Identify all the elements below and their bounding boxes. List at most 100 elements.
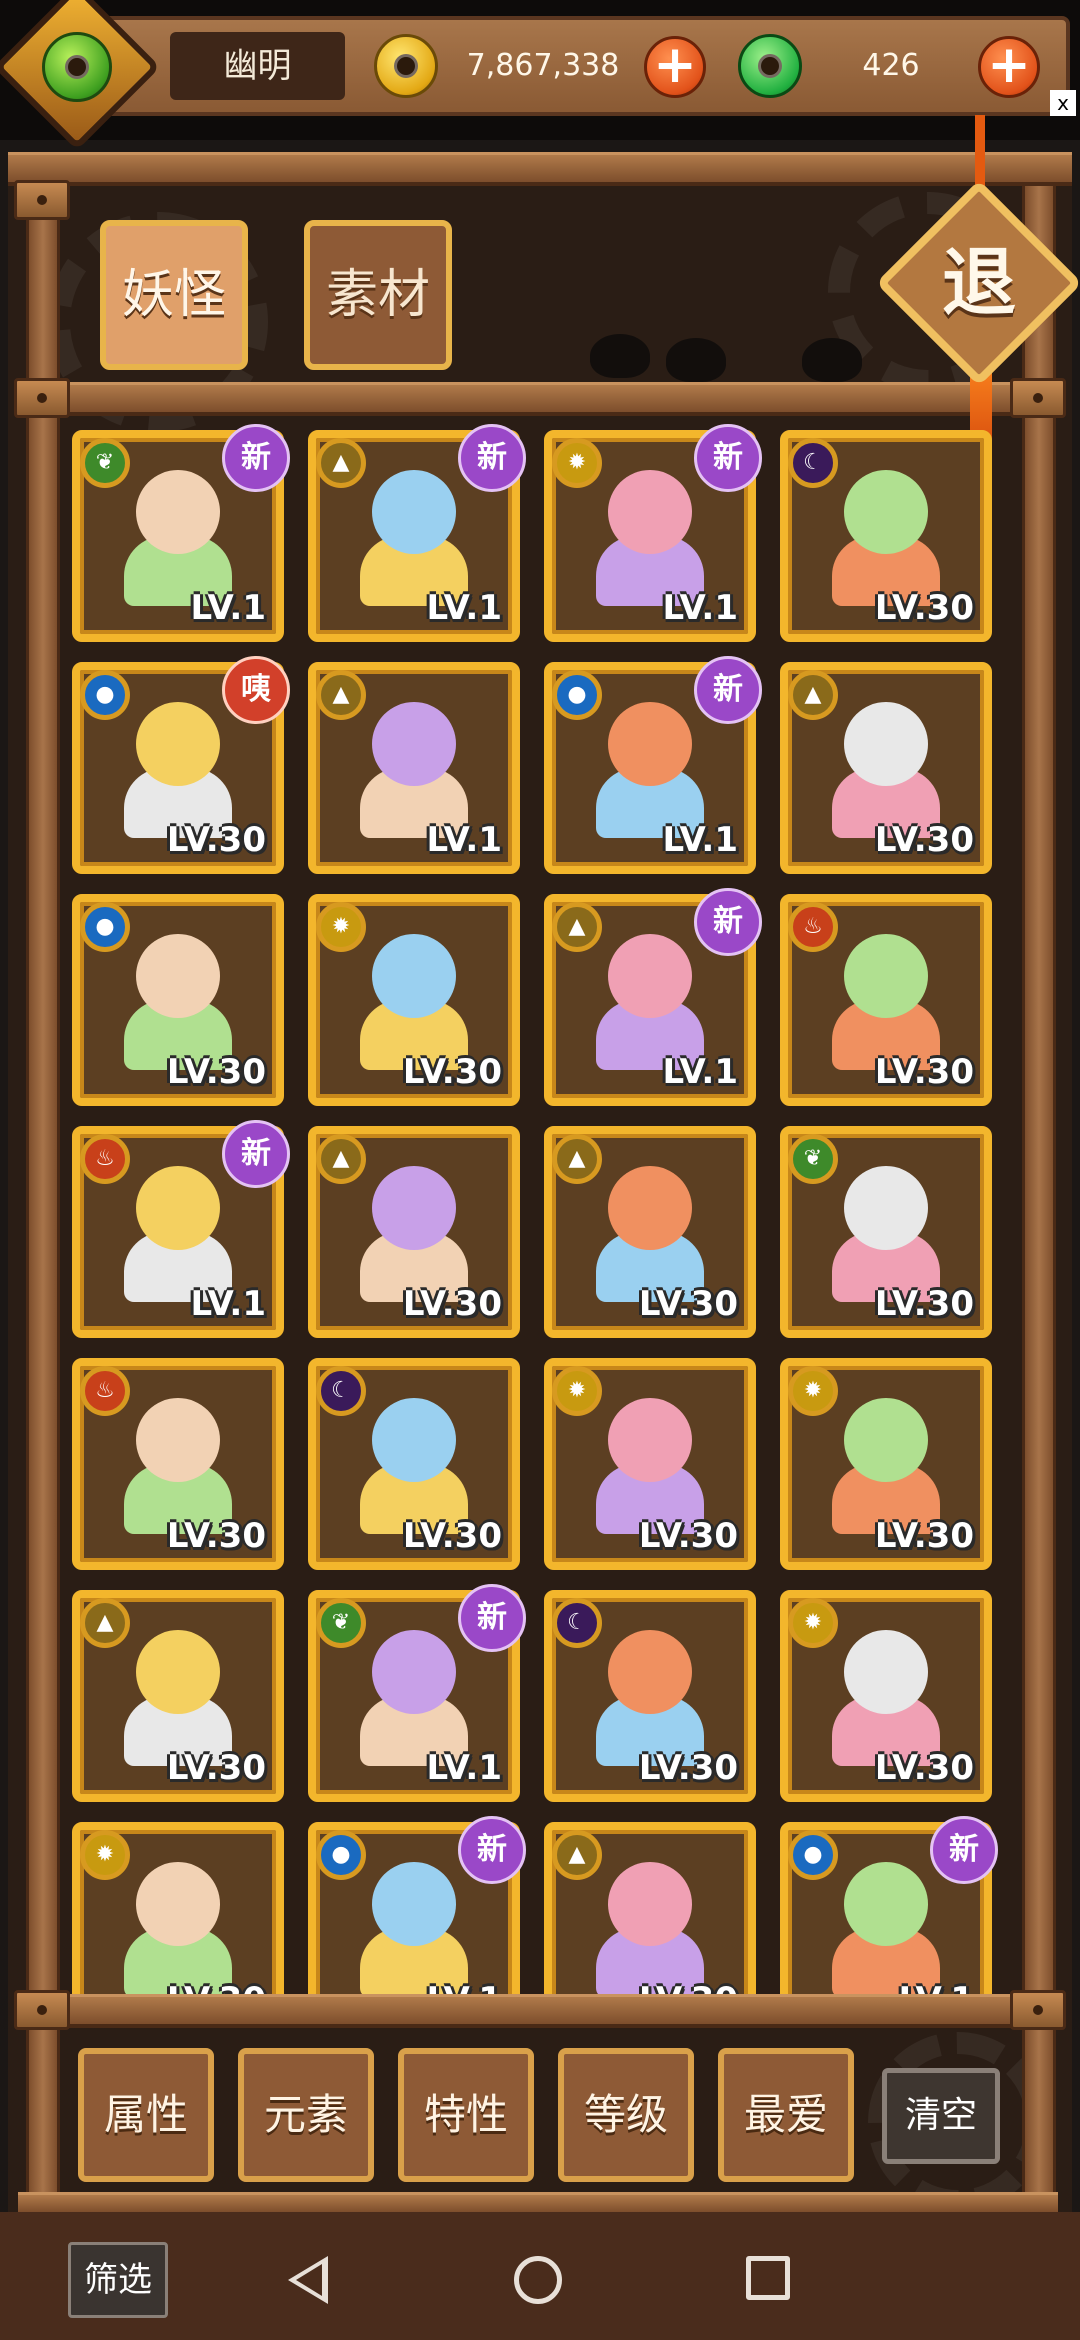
level-label: LV.30	[639, 1980, 738, 1994]
monster-card[interactable]: ☾ LV.30	[308, 1358, 520, 1570]
leaf-icon: ❦	[788, 1134, 838, 1184]
add-coins-button[interactable]: +	[644, 36, 706, 98]
right-post	[1022, 152, 1056, 2212]
monkey-king-portrait	[106, 1850, 250, 1994]
monster-card[interactable]: ▲ LV.30	[72, 1590, 284, 1802]
add-gems-button[interactable]: +	[978, 36, 1040, 98]
tab-monsters[interactable]: 妖怪	[100, 220, 248, 370]
level-label: LV.30	[402, 1284, 502, 1324]
sunflower-girl-portrait	[342, 922, 486, 1072]
level-label: LV.1	[662, 588, 739, 628]
level-label: LV.1	[662, 820, 739, 860]
screen-filter-button[interactable]: 筛选	[68, 2242, 168, 2318]
snow-hat-figure-portrait	[814, 1850, 958, 1994]
monster-card[interactable]: ▲ LV.1	[308, 662, 520, 874]
clear-filter-button[interactable]: 清空	[882, 2068, 1000, 2164]
portrait-head	[372, 1166, 456, 1250]
filter-element-button[interactable]: 元素	[238, 2048, 374, 2182]
portrait-head	[608, 1630, 692, 1714]
exit-button[interactable]: 退	[906, 210, 1052, 356]
monster-card[interactable]: ☾ LV.30	[780, 430, 992, 642]
level-label: LV.1	[190, 588, 267, 628]
monster-card[interactable]: ▲ LV.30	[544, 1126, 756, 1338]
monster-card[interactable]: ✹ LV.30	[780, 1590, 992, 1802]
flame-icon: ♨	[80, 1366, 130, 1416]
home-icon[interactable]	[514, 2256, 562, 2304]
filter-trait-button[interactable]: 特性	[398, 2048, 534, 2182]
new-badge: 新	[458, 1584, 526, 1652]
green-jade-coin-icon	[42, 32, 112, 102]
monster-card[interactable]: ▲ LV.30	[308, 1126, 520, 1338]
monster-card[interactable]: ✹ LV.30	[308, 894, 520, 1106]
portrait-head	[608, 1398, 692, 1482]
mountain-icon: ▲	[552, 1830, 602, 1880]
rivet	[14, 180, 70, 220]
leaf-icon: ❦	[316, 1598, 366, 1648]
pig-rider-girl-portrait	[106, 1386, 250, 1536]
new-badge: 新	[458, 1816, 526, 1884]
green-aries-star-portrait	[342, 1618, 486, 1768]
level-label: LV.30	[638, 1516, 738, 1556]
recent-apps-icon[interactable]	[746, 2256, 790, 2300]
teal-lion-beast-portrait	[814, 1154, 958, 1304]
portrait-head	[136, 702, 220, 786]
level-label: LV.30	[874, 820, 974, 860]
level-label: LV.30	[166, 1748, 266, 1788]
blue-aquarius-star-portrait	[342, 1850, 486, 1994]
monster-card[interactable]: ● LV.1 新	[544, 656, 762, 874]
monster-card[interactable]: ♨ LV.1 新	[72, 1120, 290, 1338]
monster-card[interactable]: ▲ LV.1 新	[308, 424, 526, 642]
sun-icon: ✹	[316, 902, 366, 952]
monster-card[interactable]: ✹ LV.30	[780, 1358, 992, 1570]
monster-card[interactable]: ✹ LV.30	[544, 1358, 756, 1570]
monster-card[interactable]: ☾ LV.30	[544, 1590, 756, 1802]
tab-materials[interactable]: 素材	[304, 220, 452, 370]
flame-icon: ♨	[80, 1134, 130, 1184]
monster-grid[interactable]: ❦ LV.1 新 ▲ LV.1 新 ✹ LV.1 新 ☾ LV.30 ● LV.30 咦 ▲ LV.1 ● LV.…	[72, 422, 1008, 1994]
sun-icon: ✹	[788, 1366, 838, 1416]
lion-dance-girl-portrait	[342, 1154, 486, 1304]
monster-card[interactable]: ♨ LV.30	[72, 1358, 284, 1570]
back-icon[interactable]	[288, 2256, 328, 2304]
level-label: LV.30	[874, 1516, 974, 1556]
monster-card[interactable]: ❦ LV.30	[780, 1126, 992, 1338]
level-label: LV.30	[167, 1980, 266, 1994]
pink-rose-sprite-portrait	[578, 458, 722, 608]
monster-card[interactable]: ● LV.1 新	[780, 1816, 998, 1994]
filter-attribute-button[interactable]: 属性	[78, 2048, 214, 2182]
black-chess-knight-portrait	[342, 690, 486, 840]
rivet	[14, 1990, 70, 2030]
level-label: LV.30	[874, 1284, 974, 1324]
level-label: LV.1	[662, 1052, 739, 1092]
monster-card[interactable]: ▲ LV.30	[544, 1822, 756, 1994]
filter-level-button[interactable]: 等级	[558, 2048, 694, 2182]
monster-card[interactable]: ✹ LV.1 新	[544, 424, 762, 642]
monster-card[interactable]: ❦ LV.1 新	[308, 1584, 526, 1802]
level-label: LV.1	[427, 1980, 503, 1994]
portrait-head	[608, 1166, 692, 1250]
monster-card[interactable]: ● LV.1 新	[308, 1816, 526, 1994]
rivet	[1010, 378, 1066, 418]
droplet-icon: ●	[788, 1830, 838, 1880]
portrait-head	[844, 1862, 928, 1946]
gem-count: 426	[862, 48, 920, 83]
crowned-boy-portrait	[814, 1618, 958, 1768]
moon-icon: ☾	[552, 1598, 602, 1648]
monster-card[interactable]: ✹ LV.30	[72, 1822, 284, 1994]
filter-favorite-button[interactable]: 最爱	[718, 2048, 854, 2182]
monster-card[interactable]: ▲ LV.30	[780, 662, 992, 874]
monster-card[interactable]: ● LV.30	[72, 894, 284, 1106]
monster-card[interactable]: ♨ LV.30	[780, 894, 992, 1106]
portrait-head	[136, 934, 220, 1018]
white-hair-ram-spirit-portrait	[578, 1154, 722, 1304]
white-lily-sprite-portrait	[342, 458, 486, 608]
level-label: LV.30	[874, 588, 974, 628]
monster-card[interactable]: ▲ LV.1 新	[544, 888, 762, 1106]
monster-card[interactable]: ❦ LV.1 新	[72, 424, 290, 642]
mountain-icon: ▲	[80, 1598, 130, 1648]
system-nav-bar: 筛选	[0, 2212, 1080, 2340]
monster-card[interactable]: ● LV.30 咦	[72, 656, 290, 874]
hunger-badge: 咦	[222, 656, 290, 724]
portrait-head	[136, 1398, 220, 1482]
sun-icon: ✹	[80, 1830, 130, 1880]
